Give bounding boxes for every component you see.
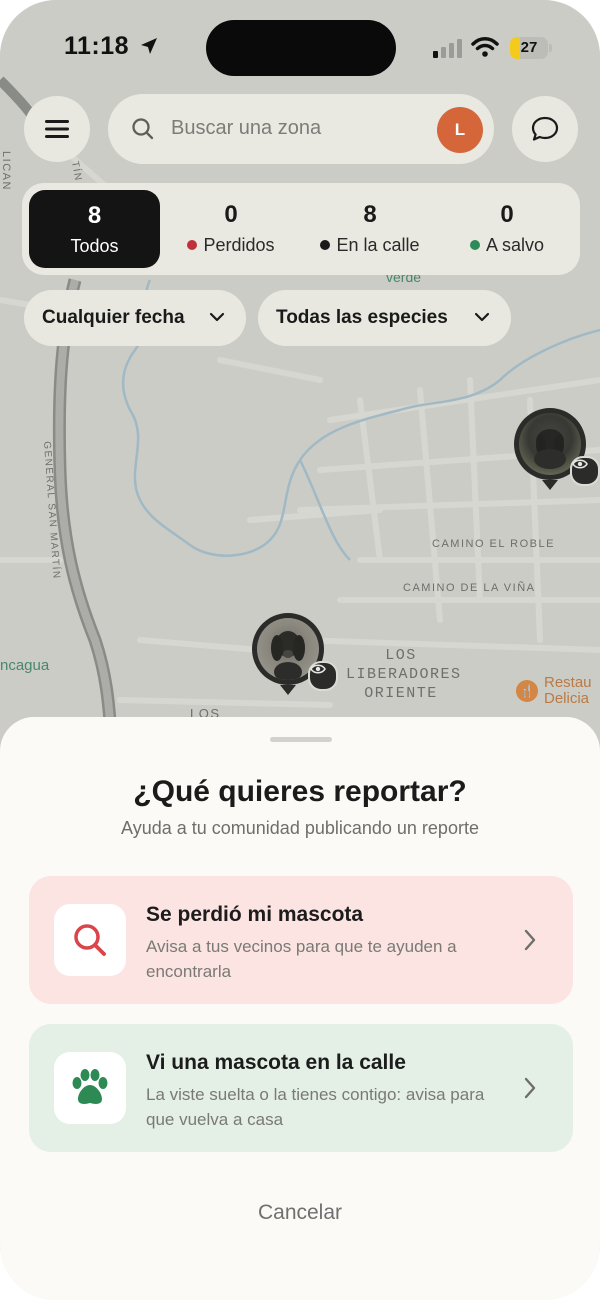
menu-button[interactable] [24, 96, 90, 162]
status-counters: 8 Todos 0 Perdidos 8 En la calle 0 A sal… [22, 183, 580, 275]
counter-label-wrap: En la calle [307, 235, 433, 256]
option-title: Vi una mascota en la calle [146, 1051, 406, 1074]
counter-label: Perdidos [203, 235, 275, 255]
counter-todos[interactable]: 8 Todos [29, 190, 160, 268]
search-placeholder[interactable]: Buscar una zona [171, 117, 321, 140]
sheet-title: ¿Qué quieres reportar? [133, 775, 467, 808]
counter-label: Todos [70, 236, 119, 256]
counter-label: En la calle [336, 235, 420, 255]
battery-icon: 27 [510, 37, 548, 59]
report-bottom-sheet: ¿Qué quieres reportar? Ayuda a tu comuni… [0, 717, 600, 1300]
battery-percent: 27 [520, 39, 538, 56]
status-time: 11:18 [64, 32, 159, 61]
sheet-subtitle: Ayuda a tu comunidad publicando un repor… [121, 818, 479, 838]
counter-label-wrap: Perdidos [172, 235, 290, 256]
option-title: Se perdió mi mascota [146, 903, 364, 926]
counter-en-la-calle[interactable]: 8 En la calle [307, 183, 433, 275]
counter-count: 0 [500, 201, 514, 228]
option-street-pet[interactable]: Vi una mascota en la calle La viste suel… [29, 1024, 573, 1152]
status-dot-red [187, 240, 198, 250]
status-dot-green [469, 240, 480, 250]
search-icon [132, 118, 154, 140]
chevron-right-icon [524, 929, 536, 951]
option-lost-pet[interactable]: Se perdió mi mascota Avisa a tus vecinos… [29, 876, 573, 1004]
date-filter-dropdown[interactable]: Cualquier fecha [24, 290, 246, 346]
option-description: Avisa a tus vecinos para que te ayuden a… [146, 937, 457, 981]
status-time-text: 11:18 [64, 32, 130, 60]
chevron-down-icon [474, 312, 490, 322]
counter-count: 8 [363, 201, 377, 228]
phone-screen: GENERAL SAN MARTÍN CAMINO EL ROBLE CAMIN… [0, 0, 600, 1300]
wifi-icon [471, 37, 499, 57]
paw-icon [72, 1069, 108, 1104]
cellular-signal-icon [433, 39, 462, 58]
dynamic-island [206, 20, 396, 76]
species-filter-label: Todas las especies [276, 307, 448, 328]
status-bar: 11:18 27 [0, 18, 600, 78]
counter-count: 8 [87, 202, 102, 229]
counter-count: 0 [224, 201, 238, 228]
location-arrow-icon [140, 38, 157, 54]
hamburger-menu-icon [45, 120, 69, 138]
avatar[interactable]: L [437, 107, 483, 153]
counter-label-wrap: A salvo [450, 235, 564, 256]
date-filter-label: Cualquier fecha [42, 307, 185, 328]
option-icon-box [54, 904, 126, 976]
option-description: La viste suelta o la tienes contigo: avi… [146, 1085, 485, 1129]
chevron-right-icon [524, 1077, 536, 1099]
species-filter-dropdown[interactable]: Todas las especies [258, 290, 511, 346]
battery-cap [549, 44, 552, 52]
search-icon [74, 924, 106, 956]
chevron-down-icon [209, 312, 225, 322]
sheet-drag-handle[interactable] [270, 737, 332, 742]
cancel-button[interactable]: Cancelar [0, 1201, 600, 1225]
status-dot-black [320, 240, 331, 250]
counter-a-salvo[interactable]: 0 A salvo [450, 183, 564, 275]
chat-bubble-icon [531, 116, 559, 141]
chat-button[interactable] [512, 96, 578, 162]
option-icon-box [54, 1052, 126, 1124]
counter-perdidos[interactable]: 0 Perdidos [172, 183, 290, 275]
counter-label: A salvo [485, 235, 545, 255]
